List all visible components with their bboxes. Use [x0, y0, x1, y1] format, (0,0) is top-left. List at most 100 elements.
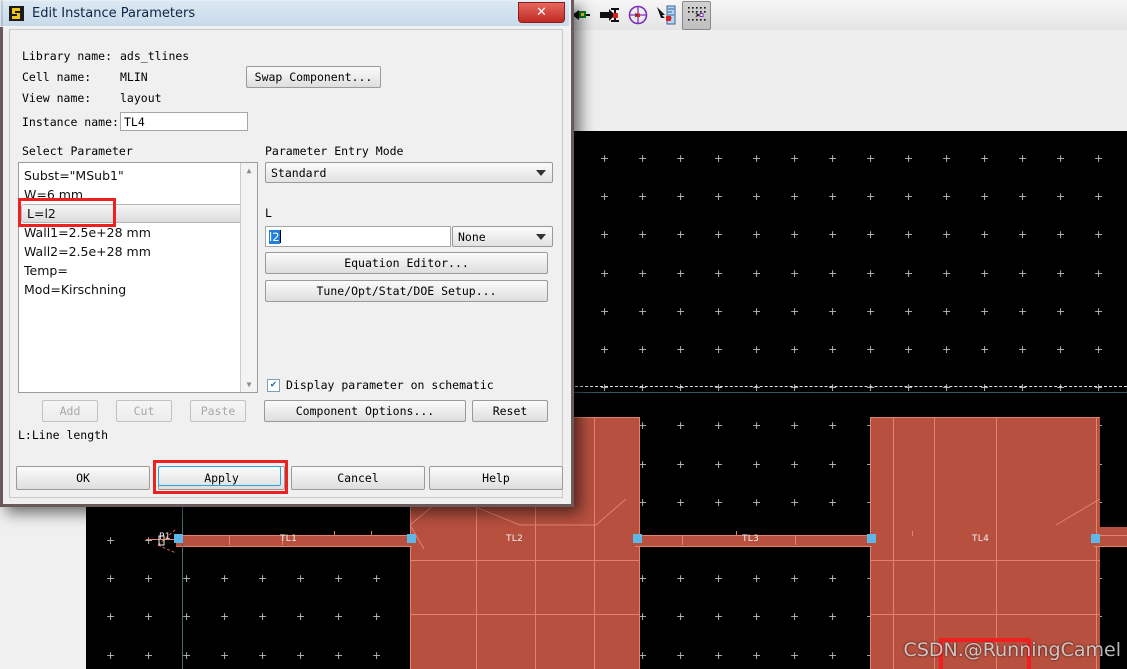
- instance-name-row: Instance name: TL4: [22, 112, 248, 131]
- grid-point: +: [752, 152, 762, 165]
- insert-port-icon[interactable]: [595, 2, 622, 29]
- grid-point: +: [1018, 343, 1028, 356]
- tl4-edge-line: [870, 417, 1100, 418]
- display-parameter-checkbox[interactable]: ✔: [267, 378, 280, 392]
- tl3-tick: [736, 531, 737, 536]
- grid-point: +: [714, 457, 724, 471]
- grid-point: +: [676, 304, 686, 318]
- parameter-unit-select[interactable]: None: [452, 226, 553, 247]
- component-label-tl2: TL2: [506, 534, 524, 544]
- instance-name-input[interactable]: TL4: [120, 112, 248, 131]
- grid-point: +: [1018, 304, 1028, 318]
- snap-to-grid-icon[interactable]: [682, 0, 711, 30]
- port-marker-tl3-tl4[interactable]: [867, 534, 876, 543]
- grid-point: +: [714, 419, 724, 433]
- help-button[interactable]: Help: [429, 466, 563, 490]
- grid-point: +: [638, 152, 648, 165]
- grid-point: +: [676, 457, 686, 471]
- parameter-list-scrollbar[interactable]: ▲ ▼: [240, 163, 257, 392]
- equation-editor-button[interactable]: Equation Editor...: [265, 252, 548, 274]
- tl2-edge-line: [410, 614, 640, 615]
- grid-point: +: [676, 343, 686, 356]
- grid-point: +: [220, 572, 230, 586]
- grid-point: +: [828, 190, 838, 204]
- add-button[interactable]: Add: [42, 400, 98, 422]
- grid-point: +: [714, 343, 724, 356]
- port-marker-tl2-tl3[interactable]: [633, 534, 642, 543]
- grid-point: +: [1094, 266, 1104, 280]
- parameter-list-item[interactable]: L=l2: [21, 204, 255, 223]
- display-parameter-row[interactable]: ✔ Display parameter on schematic: [267, 378, 494, 392]
- cell-name-row: Cell name: MLIN: [22, 70, 148, 84]
- tl1-tick: [334, 531, 335, 536]
- close-icon[interactable]: ✕: [518, 2, 565, 23]
- parameter-list-item[interactable]: Mod=Kirschning: [19, 280, 257, 299]
- grid-point: +: [942, 152, 952, 165]
- grid-point: +: [106, 610, 116, 624]
- grid-point: +: [714, 572, 724, 586]
- grid-point: +: [942, 228, 952, 242]
- parameter-list-item[interactable]: Temp=: [19, 261, 257, 280]
- reset-button[interactable]: Reset: [472, 400, 548, 422]
- grid-point: +: [790, 304, 800, 318]
- dialog-titlebar[interactable]: Edit Instance Parameters ✕: [0, 0, 570, 27]
- component-options-button[interactable]: Component Options...: [264, 400, 466, 422]
- scroll-up-arrow[interactable]: ▲: [241, 163, 257, 178]
- grid-point: +: [752, 266, 762, 280]
- parameter-value-input[interactable]: l2: [265, 226, 451, 247]
- grid-point: +: [752, 495, 762, 509]
- parameter-list[interactable]: Subst="MSub1" W=6 mm L=l2 Wall1=2.5e+28 mm W…: [18, 162, 258, 393]
- grid-point: +: [714, 648, 724, 662]
- ads-app-icon: [9, 6, 24, 21]
- scroll-down-arrow[interactable]: ▼: [241, 377, 257, 392]
- grid-point: +: [828, 648, 838, 662]
- paste-button[interactable]: Paste: [190, 400, 246, 422]
- apply-button[interactable]: Apply: [158, 466, 285, 490]
- grid-point: +: [1056, 304, 1066, 318]
- grid-point: +: [334, 610, 344, 624]
- grid-point: +: [144, 610, 154, 624]
- parameter-entry-mode-select[interactable]: Standard: [265, 162, 553, 183]
- grid-point: +: [106, 572, 116, 586]
- grid-point: +: [676, 190, 686, 204]
- grid-point: +: [790, 457, 800, 471]
- grid-point: +: [866, 152, 876, 165]
- toolbar-strip-4: [566, 91, 1127, 132]
- grid-point: +: [600, 266, 610, 280]
- tune-opt-stat-doe-setup-button[interactable]: Tune/Opt/Stat/DOE Setup...: [265, 280, 548, 302]
- grid-point: +: [220, 610, 230, 624]
- grid-point: +: [714, 304, 724, 318]
- parameter-list-item[interactable]: W=6 mm: [19, 185, 257, 204]
- grid-point: +: [1094, 228, 1104, 242]
- port-marker-tl4-out[interactable]: [1091, 534, 1100, 543]
- grid-point: +: [258, 610, 268, 624]
- parameter-list-item[interactable]: Wall2=2.5e+28 mm: [19, 242, 257, 261]
- grid-point: +: [980, 304, 990, 318]
- coordinate-entry-icon[interactable]: [624, 2, 651, 29]
- grid-point: +: [182, 610, 192, 624]
- measure-icon[interactable]: [653, 2, 680, 29]
- grid-point: +: [752, 610, 762, 624]
- component-label-tl1: TL1: [280, 534, 298, 544]
- toolbar-icon-group: [566, 0, 711, 30]
- grid-point: +: [638, 304, 648, 318]
- grid-point: +: [790, 190, 800, 204]
- grid-point: +: [1018, 152, 1028, 165]
- instance-name-label: Instance name:: [22, 114, 119, 129]
- library-name-label: Library name:: [22, 49, 113, 63]
- grid-point: +: [638, 343, 648, 356]
- grid-point: +: [980, 266, 990, 280]
- grid-point: +: [790, 572, 800, 586]
- cut-button[interactable]: Cut: [116, 400, 172, 422]
- dialog-body: Library name: ads_tlines Cell name: MLIN…: [9, 29, 563, 498]
- ok-button[interactable]: OK: [16, 466, 150, 490]
- grid-point: +: [638, 266, 648, 280]
- parameter-list-item[interactable]: Wall1=2.5e+28 mm: [19, 223, 257, 242]
- grid-point: +: [828, 495, 838, 509]
- cancel-button[interactable]: Cancel: [291, 466, 425, 490]
- grid-point: +: [828, 228, 838, 242]
- grid-point: +: [676, 419, 686, 433]
- parameter-list-item[interactable]: Subst="MSub1": [19, 166, 257, 185]
- swap-component-button[interactable]: Swap Component...: [246, 66, 381, 88]
- port-marker-tl1-tl2[interactable]: [407, 534, 416, 543]
